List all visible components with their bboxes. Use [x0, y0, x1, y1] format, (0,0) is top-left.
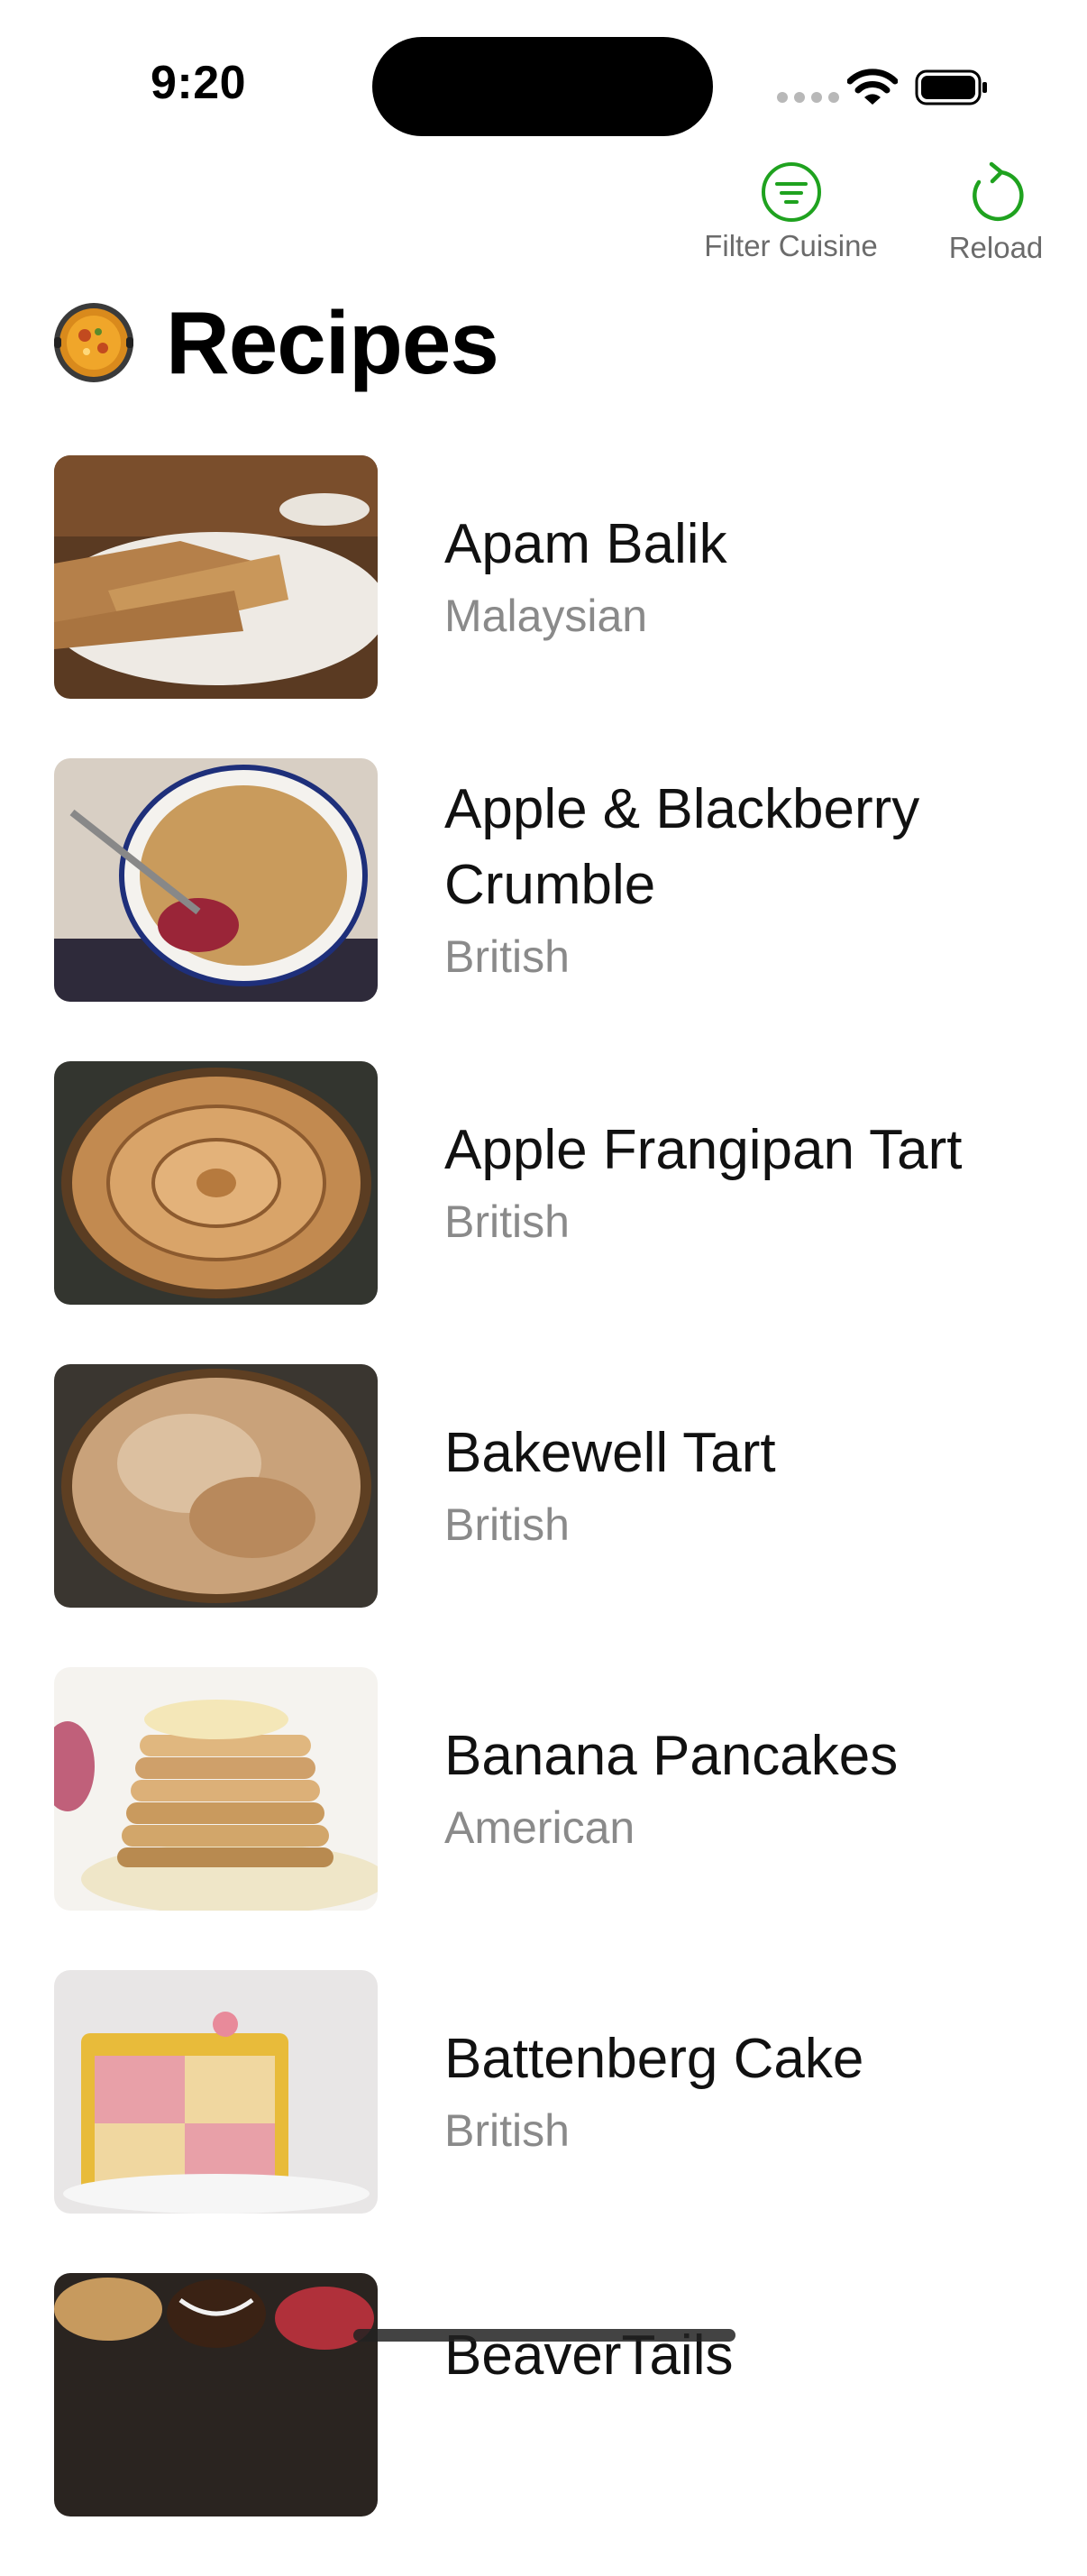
reload-label: Reload: [948, 231, 1044, 264]
recipe-cuisine: British: [444, 1196, 570, 1247]
recipe-image-apam-balik: [54, 455, 378, 699]
page-title: Recipes: [166, 293, 499, 392]
recipe-list[interactable]: Apam Balik Malaysian Apple & Blackberry …: [0, 455, 1087, 2576]
home-indicator[interactable]: [353, 2329, 735, 2342]
recipe-name: Battenberg Cake: [444, 2028, 864, 2090]
recipe-name: Banana Pancakes: [444, 1725, 899, 1787]
cellular-signal-icon: [777, 92, 839, 103]
status-time: 9:20: [151, 57, 247, 109]
battery-icon: [915, 69, 987, 105]
recipe-cuisine: Malaysian: [444, 591, 648, 641]
recipe-cuisine: American: [444, 1802, 635, 1853]
filter-cuisine-label: Filter Cuisine: [704, 229, 878, 262]
paella-pan-icon: [54, 303, 133, 382]
reload-button[interactable]: Reload: [937, 160, 1055, 265]
wifi-icon: [847, 69, 898, 105]
filter-cuisine-button[interactable]: Filter Cuisine: [694, 160, 888, 263]
reload-icon: [973, 161, 1024, 222]
recipe-image-banana-pancakes: [54, 1667, 378, 1911]
recipe-name: Apam Balik: [444, 513, 727, 575]
recipe-name: Apple Frangipan Tart: [444, 1119, 963, 1181]
recipe-row[interactable]: Apple & Blackberry Crumble British: [0, 758, 1087, 1061]
recipe-name: Apple & Blackberry Crumble: [444, 778, 920, 916]
dynamic-island: [372, 37, 713, 136]
recipe-row[interactable]: BeaverTails: [0, 2273, 1087, 2576]
page-header: Recipes: [49, 293, 499, 392]
recipe-name: Bakewell Tart: [444, 1422, 776, 1484]
recipe-image-apple-blackberry-crumble: [54, 758, 378, 1002]
recipe-image-beavertails: [54, 2273, 378, 2516]
recipe-row[interactable]: Apple Frangipan Tart British: [0, 1061, 1087, 1364]
recipe-row[interactable]: Apam Balik Malaysian: [0, 455, 1087, 758]
recipe-row[interactable]: Bakewell Tart British: [0, 1364, 1087, 1667]
recipe-cuisine: British: [444, 931, 570, 982]
recipe-image-bakewell-tart: [54, 1364, 378, 1608]
recipe-cuisine: British: [444, 1499, 570, 1550]
filter-icon: [761, 162, 821, 222]
recipe-cuisine: British: [444, 2105, 570, 2156]
recipe-row[interactable]: Banana Pancakes American: [0, 1667, 1087, 1970]
recipe-image-battenberg-cake: [54, 1970, 378, 2214]
recipe-row[interactable]: Battenberg Cake British: [0, 1970, 1087, 2273]
recipe-image-apple-frangipan-tart: [54, 1061, 378, 1305]
